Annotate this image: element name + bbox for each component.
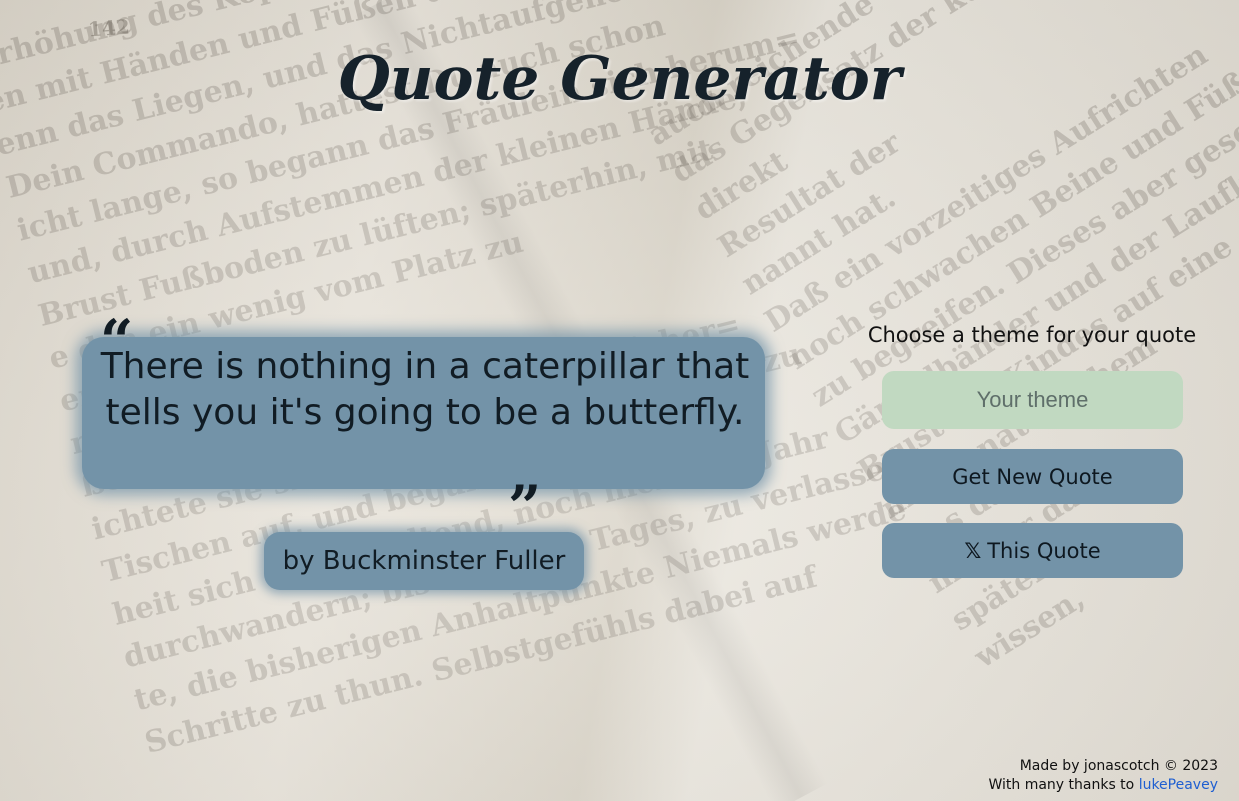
background-text-line: Resultat der (712, 125, 907, 266)
post-on-x-label: This Quote (987, 538, 1101, 563)
background-text-line: späterhin (945, 523, 1101, 639)
page-number: 142 (87, 14, 131, 42)
footer: Made by jonascotch © 2023 With many than… (988, 757, 1218, 795)
footer-thanks: With many thanks to lukePeavey (988, 776, 1218, 795)
footer-thanks-prefix: With many thanks to (988, 777, 1139, 793)
quote-text: There is nothing in a caterpillar that t… (100, 346, 750, 433)
background-text-line: Das da (898, 473, 1014, 564)
background-text-line: direkt (688, 144, 794, 228)
quote-author: by Buckminster Fuller (282, 546, 566, 576)
page-title: Quote Generator (337, 44, 902, 114)
lukepeavey-link[interactable]: lukePeavey (1139, 777, 1218, 793)
footer-made-by: Made by jonascotch © 2023 (1019, 758, 1218, 774)
background-text-line: Brust Fußboden zu lüften; späterhin, mit (34, 132, 717, 334)
get-new-quote-button[interactable]: Get New Quote (882, 449, 1183, 504)
close-quote-mark: ” (508, 473, 542, 541)
background-text-line: Brust des Kindes auf eine (851, 229, 1239, 489)
get-new-quote-label: Get New Quote (952, 464, 1113, 489)
x-logo-icon: 𝕏 (964, 538, 982, 563)
theme-label: Choose a theme for your quote (867, 323, 1197, 347)
post-on-x-button[interactable]: 𝕏 This Quote (882, 523, 1183, 578)
theme-input[interactable] (882, 371, 1183, 429)
author-container: by Buckminster Fuller (264, 532, 584, 590)
